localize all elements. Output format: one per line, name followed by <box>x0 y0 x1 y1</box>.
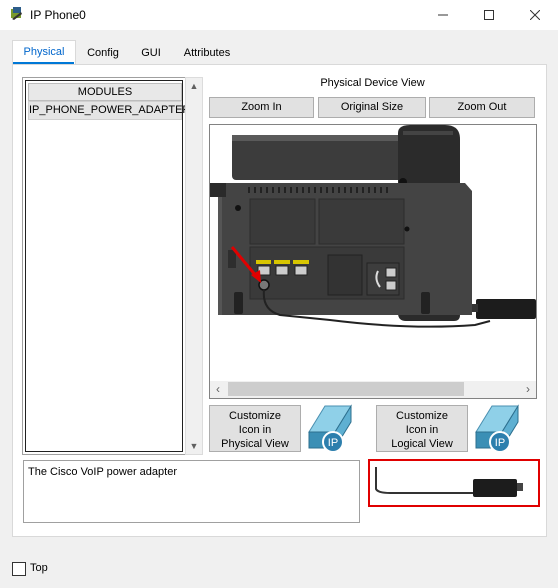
maximize-button[interactable] <box>466 0 512 30</box>
ip-phone-physical-icon: IP <box>308 404 352 453</box>
device-viewport[interactable]: ‹ › <box>209 124 537 399</box>
app-icon <box>11 7 22 20</box>
module-description-text: The Cisco VoIP power adapter <box>28 466 177 478</box>
device-view-title: Physical Device View <box>320 77 425 89</box>
minimize-button[interactable] <box>420 0 466 30</box>
tab-physical-label: Physical <box>23 46 65 58</box>
modules-scrollbar[interactable]: ▲ ▼ <box>185 77 203 455</box>
viewport-h-scrollbar[interactable]: ‹ › <box>210 381 536 398</box>
module-preview <box>368 459 540 507</box>
close-button[interactable] <box>512 0 558 30</box>
scroll-down-icon[interactable]: ▼ <box>186 438 202 454</box>
scroll-left-icon[interactable]: ‹ <box>210 381 226 398</box>
close-icon <box>530 10 540 20</box>
ip-phone-logical-icon: IP <box>475 404 519 453</box>
original-size-button[interactable]: Original Size <box>318 97 426 118</box>
zoom-in-button[interactable]: Zoom In <box>209 97 314 118</box>
tab-attributes-label: Attributes <box>183 47 231 59</box>
maximize-icon <box>484 10 494 20</box>
modules-header: MODULES <box>28 83 182 101</box>
tab-config[interactable]: Config <box>78 42 128 64</box>
top-checkbox[interactable] <box>12 562 26 576</box>
scroll-up-icon[interactable]: ▲ <box>186 78 202 94</box>
ip-badge-physical: IP <box>328 437 338 449</box>
title-bar: IP Phone0 <box>0 0 558 30</box>
zoom-out-button[interactable]: Zoom Out <box>429 97 535 118</box>
window-title: IP Phone0 <box>30 8 86 22</box>
modules-list[interactable]: MODULES IP_PHONE_POWER_ADAPTER <box>22 77 190 455</box>
module-item[interactable]: IP_PHONE_POWER_ADAPTER <box>28 101 190 120</box>
customize-logical-button[interactable]: Customize Icon in Logical View <box>376 405 468 452</box>
scroll-right-icon[interactable]: › <box>520 381 536 398</box>
tab-gui[interactable]: GUI <box>132 42 170 64</box>
minimize-icon <box>438 14 448 16</box>
ip-phone-rear-image <box>210 125 536 328</box>
ip-badge-logical: IP <box>495 437 505 449</box>
top-label: Top <box>30 562 48 574</box>
tab-config-label: Config <box>87 47 119 59</box>
power-adapter-image <box>375 467 523 497</box>
customize-physical-button[interactable]: Customize Icon in Physical View <box>209 405 301 452</box>
modules-list-frame: MODULES IP_PHONE_POWER_ADAPTER <box>25 80 190 452</box>
tab-gui-label: GUI <box>141 47 161 59</box>
viewport-h-scroll-thumb[interactable] <box>228 382 464 396</box>
tab-attributes[interactable]: Attributes <box>174 42 240 64</box>
module-description: The Cisco VoIP power adapter <box>23 460 360 523</box>
